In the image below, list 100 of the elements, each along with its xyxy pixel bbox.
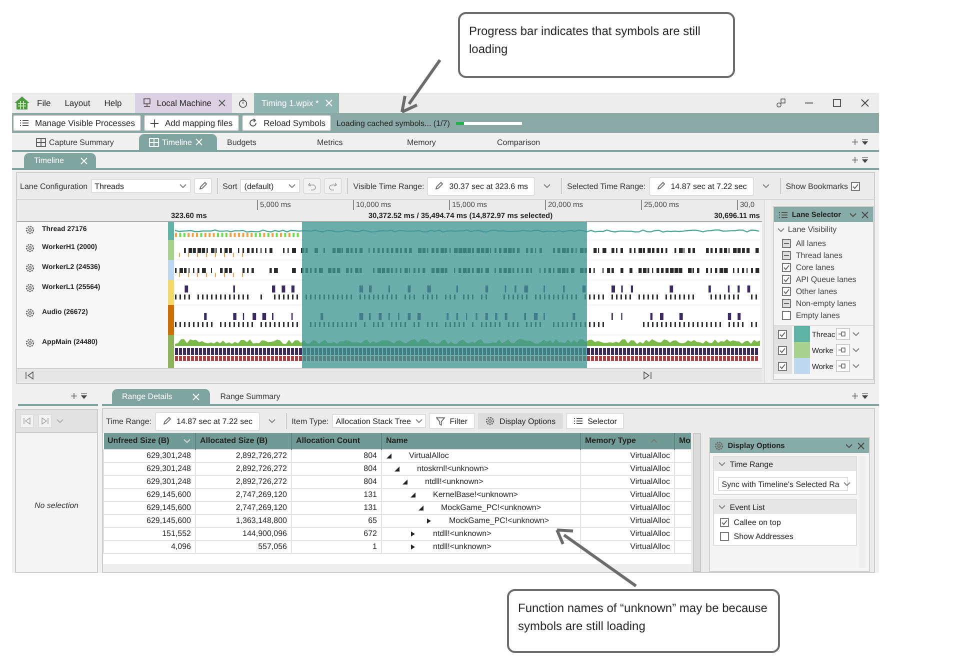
checkbox[interactable] <box>782 262 791 272</box>
chevron-down-icon[interactable] <box>268 418 276 424</box>
time-range-dropdown[interactable]: Sync with Timeline's Selected Ra <box>718 477 848 491</box>
chevron-down-icon[interactable] <box>852 331 860 337</box>
maximize-icon[interactable] <box>832 98 842 108</box>
dropdown-icon[interactable] <box>80 392 88 400</box>
toolbar-button[interactable]: Display Options <box>478 413 563 429</box>
menu-item[interactable]: Layout <box>58 98 98 108</box>
checkbox[interactable] <box>778 362 788 370</box>
expand-icon[interactable] <box>410 544 416 550</box>
collapse-icon[interactable] <box>418 504 424 510</box>
checkbox[interactable] <box>720 532 729 541</box>
collapse-icon[interactable] <box>402 478 408 484</box>
chevron-down-icon[interactable] <box>776 226 785 232</box>
checkbox[interactable] <box>782 310 791 320</box>
expand-icon[interactable] <box>410 530 416 536</box>
column-header[interactable]: Allocation Count <box>292 433 382 449</box>
toolbar-button[interactable]: Add mapping files <box>144 115 239 131</box>
time-range-field[interactable]: 14.87 sec at 7.22 sec <box>648 176 754 196</box>
checkmark-icon <box>779 330 786 338</box>
section-header[interactable]: Lane Visibility <box>788 225 837 234</box>
checkbox[interactable] <box>851 182 860 190</box>
collapse-icon[interactable] <box>410 492 416 498</box>
time-range-field[interactable]: 30.37 sec at 323.6 ms <box>427 176 535 196</box>
dropdown-icon[interactable] <box>861 392 869 400</box>
dropdown-icon[interactable] <box>861 138 869 146</box>
checkbox[interactable] <box>720 518 729 527</box>
column-header[interactable]: Mo <box>674 433 691 449</box>
view-tab[interactable]: Memory <box>397 134 487 150</box>
callout: Function names of “unknown” may be because symbols are still loading <box>507 589 780 653</box>
table-cell: VirtualAlloc <box>580 462 674 475</box>
checkbox[interactable] <box>782 274 791 284</box>
view-tab[interactable]: Comparison <box>487 134 577 150</box>
view-tab[interactable]: Capture Summary <box>32 134 139 150</box>
expand-icon[interactable] <box>426 518 432 524</box>
jump-end-icon <box>41 417 49 425</box>
section-header[interactable]: Time Range <box>730 460 774 468</box>
chevron-down-icon[interactable] <box>845 442 853 448</box>
menu-item[interactable]: Help <box>97 98 129 108</box>
pin-button[interactable] <box>836 344 850 356</box>
close-icon[interactable] <box>218 99 226 107</box>
chevron-down-icon[interactable] <box>718 504 726 510</box>
toolbar-button[interactable]: Reload Symbols <box>242 115 332 131</box>
sort-dropdown[interactable]: (default) <box>240 179 300 193</box>
pin-button[interactable] <box>836 360 850 372</box>
settings-icon[interactable] <box>25 338 35 348</box>
field-label: Time Range: <box>106 416 152 426</box>
collapse-icon[interactable] <box>386 452 392 458</box>
column-header[interactable]: Allocated Size (B) <box>196 433 292 449</box>
scrollbar[interactable] <box>103 564 691 572</box>
lane-configuration-dropdown[interactable]: Threads <box>90 179 191 193</box>
table-cell: 4,096 <box>104 540 196 553</box>
chevron-down-icon[interactable] <box>543 183 551 189</box>
redo-icon <box>328 181 338 191</box>
table-cell: 629,301,248 <box>104 462 196 475</box>
settings-icon[interactable] <box>25 308 35 318</box>
checkbox[interactable] <box>778 346 788 354</box>
column-header[interactable]: Name <box>382 433 580 449</box>
chevron-down-icon[interactable] <box>852 347 860 353</box>
column-header[interactable]: Memory Type <box>580 433 674 449</box>
collapse-icon[interactable] <box>394 466 400 472</box>
view-tab[interactable]: Metrics <box>307 134 397 150</box>
pin-button[interactable] <box>836 328 850 340</box>
column-header[interactable]: Unfreed Size (B) <box>104 433 196 449</box>
tab[interactable]: Range Summary <box>210 389 290 404</box>
jump-start-icon <box>23 417 31 425</box>
scrollbar[interactable] <box>693 433 701 572</box>
chevron-down-icon[interactable] <box>843 481 852 487</box>
node-name: ntdll!<unknown> <box>433 529 492 538</box>
chevron-down-icon[interactable] <box>718 461 726 467</box>
toolbar-button[interactable]: Selector <box>566 413 624 429</box>
chevron-down-icon[interactable] <box>414 418 423 424</box>
chevron-down-icon[interactable] <box>178 183 187 189</box>
chevron-down-icon[interactable] <box>288 183 296 189</box>
checkbox[interactable] <box>782 286 791 296</box>
edit-button[interactable] <box>194 178 212 194</box>
table-cell: 629,145,600 <box>104 488 196 501</box>
jump-start-icon[interactable] <box>25 371 34 380</box>
chevron-down-icon[interactable] <box>852 363 860 369</box>
chevron-down-icon[interactable] <box>849 212 857 218</box>
section-header[interactable]: Event List <box>730 502 765 512</box>
item-type-dropdown[interactable]: Allocation Stack Tree <box>332 414 426 428</box>
toolbar-button[interactable]: Manage Visible Processes <box>13 115 142 131</box>
table-cell: 2,892,726,272 <box>196 462 292 475</box>
document-tab[interactable]: Local Machine <box>134 93 232 113</box>
chevron-down-icon[interactable] <box>762 183 770 189</box>
jump-end-icon[interactable] <box>643 371 652 380</box>
share-icon[interactable] <box>776 98 786 108</box>
table-cell: 557,056 <box>196 540 292 553</box>
toolbar-button[interactable]: Filter <box>428 413 475 429</box>
close-icon[interactable] <box>860 98 870 108</box>
table-cell: 629,301,248 <box>104 449 196 462</box>
close-icon[interactable] <box>861 210 869 218</box>
view-tab[interactable]: Budgets <box>217 134 307 150</box>
menu-item[interactable]: File <box>30 98 58 108</box>
callout-arrow <box>400 59 442 114</box>
time-range-field[interactable]: 14.87 sec at 7.22 sec <box>154 412 260 430</box>
dropdown-icon[interactable] <box>861 156 869 164</box>
checkbox[interactable] <box>778 330 788 338</box>
close-icon[interactable] <box>857 442 865 450</box>
